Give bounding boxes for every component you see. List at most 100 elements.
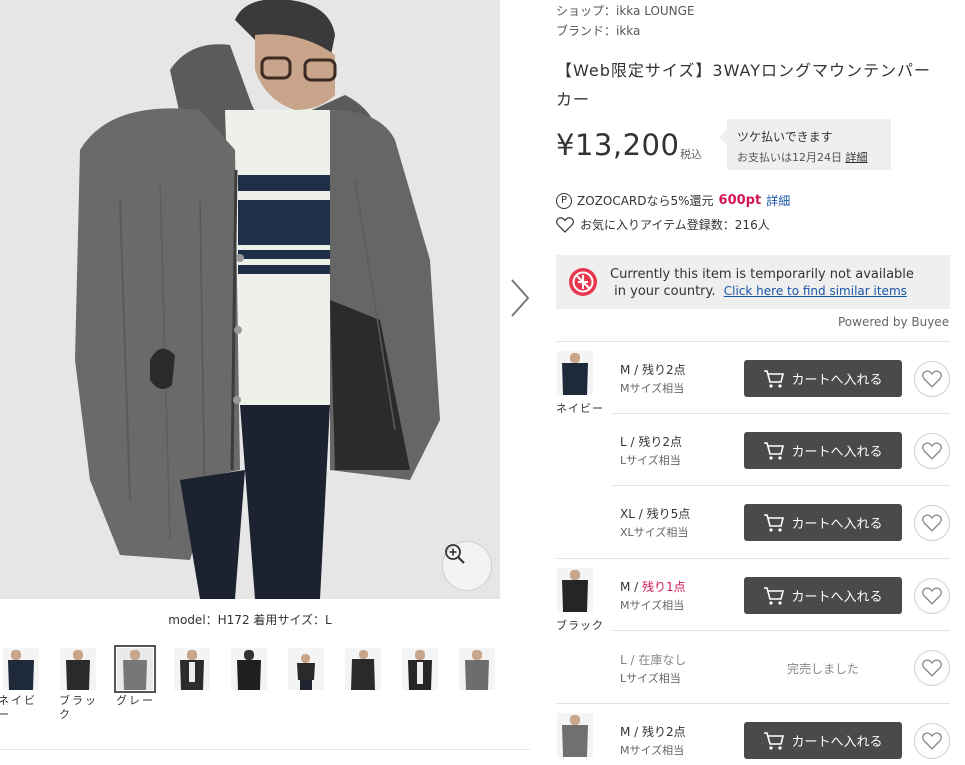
brand-name[interactable]: ブランド：ikka (556, 22, 640, 39)
add-to-cart-label: カートへ入れる (791, 373, 883, 388)
sku-size: XL / 残り5点 (620, 507, 691, 521)
model-illustration (0, 0, 500, 599)
thumbnail-label: ブラック (59, 694, 98, 721)
heart-icon (922, 370, 942, 388)
add-to-cart-button[interactable]: カートへ入れる (744, 577, 902, 614)
divider (0, 749, 530, 750)
thumbnail-label: ネイビー (0, 694, 37, 721)
buyee-message-line2: in your country. (614, 284, 716, 299)
zozocard-detail-link[interactable]: 詳細 (766, 192, 790, 209)
cart-icon (764, 731, 785, 750)
divider (556, 558, 950, 559)
divider (612, 413, 950, 414)
buyee-notice: Currently this item is temporarily not a… (556, 255, 950, 309)
add-to-cart-label: カートへ入れる (791, 445, 883, 460)
sku-size-equivalent: Lサイズ相当 (620, 454, 681, 467)
sku-size-equivalent: XLサイズ相当 (620, 526, 689, 539)
deferred-payment-date: お支払いは12月24日 (737, 151, 842, 164)
heart-icon (922, 442, 942, 460)
divider (556, 703, 950, 704)
favorite-button[interactable] (914, 723, 950, 759)
favorite-button[interactable] (914, 650, 950, 686)
color-thumbnail-black[interactable] (557, 568, 593, 612)
favorite-button[interactable] (914, 505, 950, 541)
zozocard-points: 600pt (718, 193, 762, 208)
sku-size: L / 残り2点 (620, 435, 682, 449)
thumbnail-2[interactable]: グレー (114, 645, 156, 707)
stock-count: 残り2点 (638, 435, 682, 449)
sku-size: M / 残り2点 (620, 363, 686, 377)
deferred-payment-box: ツケ払いできます お支払いは12月24日 詳細 (719, 119, 891, 170)
favorite-button[interactable] (914, 433, 950, 469)
stock-count-low: 残り1点 (642, 580, 686, 594)
product-title: 【Web限定サイズ】3WAYロングマウンテンパーカー (556, 61, 932, 109)
add-to-cart-button[interactable]: カートへ入れる (744, 432, 902, 469)
thumbnail-7[interactable] (399, 646, 441, 690)
add-to-cart-button[interactable]: カートへ入れる (744, 504, 902, 541)
add-to-cart-button[interactable]: カートへ入れる (744, 722, 902, 759)
stock-count: 残り2点 (642, 363, 686, 377)
favorite-count: お気に入りアイテム登録数：216人 (556, 216, 770, 233)
point-icon: P (556, 192, 572, 209)
favorite-count-text: お気に入りアイテム登録数：216人 (580, 218, 770, 232)
stock-count: 残り5点 (646, 507, 691, 521)
heart-icon (922, 587, 942, 605)
cart-icon (764, 586, 785, 605)
thumbnail-5[interactable] (285, 646, 327, 690)
zoom-in-icon (445, 544, 465, 564)
next-image-arrow[interactable] (506, 276, 534, 320)
divider (556, 341, 950, 342)
buyee-logo-icon (569, 268, 597, 296)
color-thumbnail-navy[interactable] (557, 351, 593, 395)
add-to-cart-label: カートへ入れる (791, 735, 883, 750)
heart-icon (922, 514, 942, 532)
product-price: ¥13,200 (556, 128, 680, 162)
thumbnail-strip: ネイビー ブラック グレー (0, 645, 530, 746)
divider (612, 630, 950, 631)
sku-size-equivalent: Mサイズ相当 (620, 382, 685, 395)
powered-by-buyee: Powered by Buyee (838, 315, 950, 329)
sku-size-equivalent: Mサイズ相当 (620, 599, 685, 612)
sku-size-equivalent: Lサイズ相当 (620, 672, 681, 685)
sku-size: M / 残り1点 (620, 580, 686, 594)
thumbnail-label: グレー (116, 694, 155, 707)
color-thumbnail-gray[interactable] (557, 713, 593, 757)
deferred-payment-detail-link[interactable]: 詳細 (846, 151, 868, 164)
favorite-button[interactable] (914, 578, 950, 614)
thumbnail-0[interactable]: ネイビー (0, 646, 42, 721)
tax-label: 税込 (680, 148, 702, 161)
color-label: ネイビー (556, 402, 604, 415)
cart-icon (764, 441, 785, 460)
shop-name[interactable]: ショップ：ikka LOUNGE (556, 2, 695, 19)
add-to-cart-label: カートへ入れる (791, 517, 883, 532)
thumbnail-1[interactable]: ブラック (57, 646, 99, 721)
divider (612, 485, 950, 486)
stock-status: 在庫なし (638, 653, 687, 667)
product-main-image[interactable] (0, 0, 500, 599)
zozocard-promo: P ZOZOCARDなら5%還元 600pt 詳細 (556, 192, 790, 209)
favorite-button[interactable] (914, 361, 950, 397)
add-to-cart-label: カートへ入れる (791, 590, 883, 605)
sku-size: L / 在庫なし (620, 653, 687, 667)
zoom-button[interactable] (442, 541, 492, 591)
stock-count: 残り2点 (642, 725, 686, 739)
buyee-message-line1: Currently this item is temporarily not a… (610, 267, 914, 282)
heart-icon[interactable] (556, 216, 574, 233)
thumbnail-3[interactable] (171, 646, 213, 690)
sku-size-equivalent: Mサイズ相当 (620, 744, 685, 757)
heart-icon (922, 659, 942, 677)
cart-icon (764, 369, 785, 388)
sold-out-label: 完売しました (786, 662, 859, 676)
thumbnail-6[interactable] (342, 646, 384, 690)
heart-icon (922, 732, 942, 750)
buyee-similar-items-link[interactable]: Click here to find similar items (724, 284, 907, 298)
model-caption: model：H172 着用サイズ：L (168, 613, 332, 627)
chevron-right-icon (511, 279, 530, 317)
add-to-cart-button[interactable]: カートへ入れる (744, 360, 902, 397)
cart-icon (764, 513, 785, 532)
zozocard-text: ZOZOCARDなら5%還元 (577, 194, 714, 208)
color-label: ブラック (556, 619, 604, 632)
thumbnail-8[interactable] (456, 646, 498, 690)
thumbnail-4[interactable] (228, 646, 270, 690)
sku-size: M / 残り2点 (620, 725, 686, 739)
